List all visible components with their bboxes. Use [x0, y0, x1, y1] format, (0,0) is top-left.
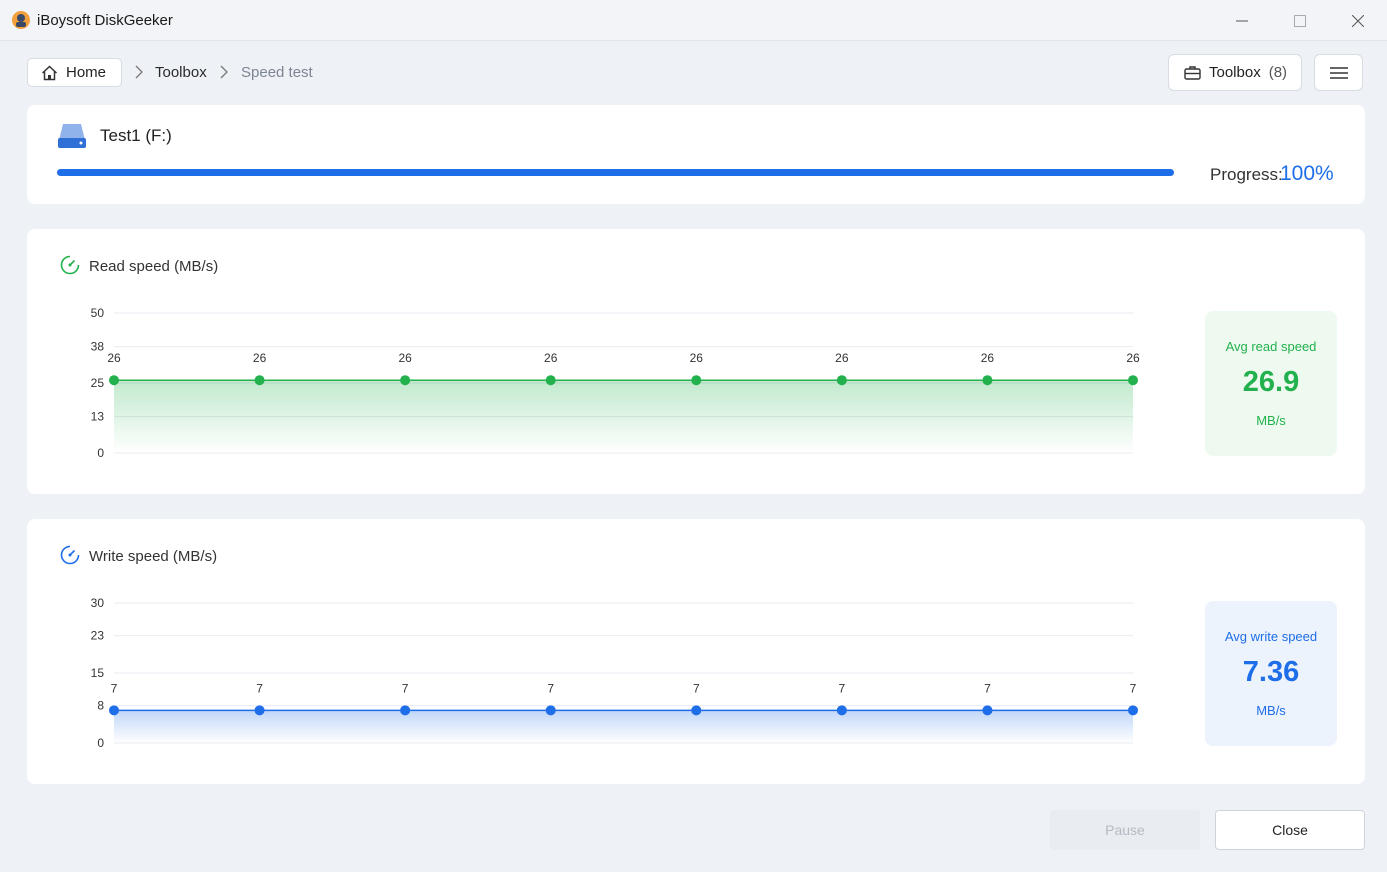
write-data-point — [691, 705, 702, 716]
read-data-point — [691, 375, 702, 386]
close-window-button[interactable] — [1329, 0, 1387, 41]
close-icon — [1352, 14, 1364, 27]
read-data-point — [982, 375, 993, 386]
avg-read-label: Avg read speed — [1225, 339, 1317, 354]
progress-value: 100% — [1280, 162, 1334, 185]
avg-write-unit: MB/s — [1256, 703, 1286, 718]
maximize-icon — [1294, 14, 1306, 27]
pause-button[interactable]: Pause — [1050, 810, 1200, 850]
avg-write-speed-box: Avg write speed 7.36 MB/s — [1205, 601, 1337, 746]
hamburger-menu-icon — [1329, 66, 1348, 79]
title-bar: iBoysoft DiskGeeker — [0, 0, 1387, 41]
write-y-tick-label: 15 — [91, 666, 105, 680]
write-data-point — [545, 705, 556, 716]
drive-progress-card: Test1 (F:) Progress: 100% — [27, 105, 1365, 204]
write-data-label: 7 — [839, 681, 846, 695]
avg-read-speed-box: Avg read speed 26.9 MB/s — [1205, 311, 1337, 456]
read-data-point — [836, 375, 847, 386]
write-speed-chart: 0 8 15 23 30 7 7 7 7 7 7 7 7 — [91, 596, 1138, 750]
read-data-point — [1128, 375, 1138, 386]
avg-read-unit: MB/s — [1256, 413, 1286, 428]
read-y-tick-label: 38 — [91, 340, 105, 354]
read-data-point — [254, 375, 265, 386]
read-data-label: 26 — [107, 351, 121, 365]
chevron-right-icon — [220, 65, 228, 79]
home-icon — [41, 64, 58, 80]
write-data-point — [109, 705, 119, 716]
write-data-point — [836, 705, 847, 716]
progress-bar — [57, 169, 1174, 176]
toolbox-button[interactable]: Toolbox (8) — [1168, 54, 1302, 91]
write-data-label: 7 — [256, 681, 263, 695]
write-speed-card: Write speed (MB/s) 0 8 15 23 30 7 7 7 7 7 7 7 7 Avg … — [27, 519, 1365, 784]
read-area — [114, 380, 1133, 453]
write-data-point — [254, 705, 265, 716]
read-speed-chart: 0 13 25 38 50 26 26 26 26 26 26 26 26 — [91, 306, 1140, 460]
home-label: Home — [66, 64, 107, 81]
home-button[interactable]: Home — [27, 58, 122, 87]
minimize-icon — [1236, 20, 1248, 21]
breadcrumb-toolbox[interactable]: Toolbox — [155, 64, 207, 81]
read-y-tick-label: 13 — [91, 410, 105, 424]
read-data-point — [545, 375, 556, 386]
write-data-label: 7 — [402, 681, 409, 695]
write-data-label: 7 — [111, 681, 118, 695]
chevron-right-icon — [135, 65, 143, 79]
write-area — [114, 710, 1133, 743]
read-y-tick-label: 50 — [91, 306, 105, 320]
breadcrumb-speed-test: Speed test — [241, 64, 313, 81]
close-button[interactable]: Close — [1215, 810, 1365, 850]
avg-write-label: Avg write speed — [1224, 629, 1318, 644]
write-data-label: 7 — [547, 681, 554, 695]
write-y-tick-label: 23 — [91, 629, 105, 643]
read-data-label: 26 — [253, 351, 267, 365]
write-y-tick-label: 0 — [97, 736, 104, 750]
read-data-point — [400, 375, 411, 386]
write-y-tick-label: 8 — [97, 699, 104, 713]
drive-icon — [58, 124, 86, 148]
avg-write-value: 7.36 — [1242, 656, 1300, 688]
read-data-label: 26 — [690, 351, 704, 365]
minimize-button[interactable] — [1213, 0, 1271, 41]
toolbox-label: Toolbox — [1209, 64, 1261, 81]
maximize-button[interactable] — [1271, 0, 1329, 41]
read-y-tick-label: 25 — [91, 376, 105, 390]
toolbox-count: (8) — [1268, 64, 1288, 81]
read-data-label: 26 — [981, 351, 995, 365]
write-data-point — [400, 705, 411, 716]
write-data-label: 7 — [693, 681, 700, 695]
app-title: iBoysoft DiskGeeker — [37, 12, 173, 29]
write-data-label: 7 — [984, 681, 991, 695]
read-y-tick-label: 0 — [97, 446, 104, 460]
write-data-point — [1128, 705, 1138, 716]
write-y-tick-label: 30 — [91, 596, 105, 610]
drive-name: Test1 (F:) — [100, 126, 172, 145]
write-data-point — [982, 705, 993, 716]
write-data-label: 7 — [1130, 681, 1137, 695]
toolbox-icon — [1184, 66, 1201, 80]
read-data-label: 26 — [1126, 351, 1140, 365]
progress-label: Progress: — [1210, 165, 1283, 184]
read-speed-card: Read speed (MB/s) 0 13 25 38 50 26 26 26 26 26 26 2… — [27, 229, 1365, 494]
app-logo-icon — [12, 11, 30, 29]
read-data-label: 26 — [835, 351, 849, 365]
progress-bar-fill — [57, 169, 1174, 176]
menu-button[interactable] — [1314, 54, 1363, 91]
read-data-point — [109, 375, 119, 386]
read-data-label: 26 — [398, 351, 412, 365]
read-data-label: 26 — [544, 351, 558, 365]
avg-read-value: 26.9 — [1242, 366, 1300, 398]
